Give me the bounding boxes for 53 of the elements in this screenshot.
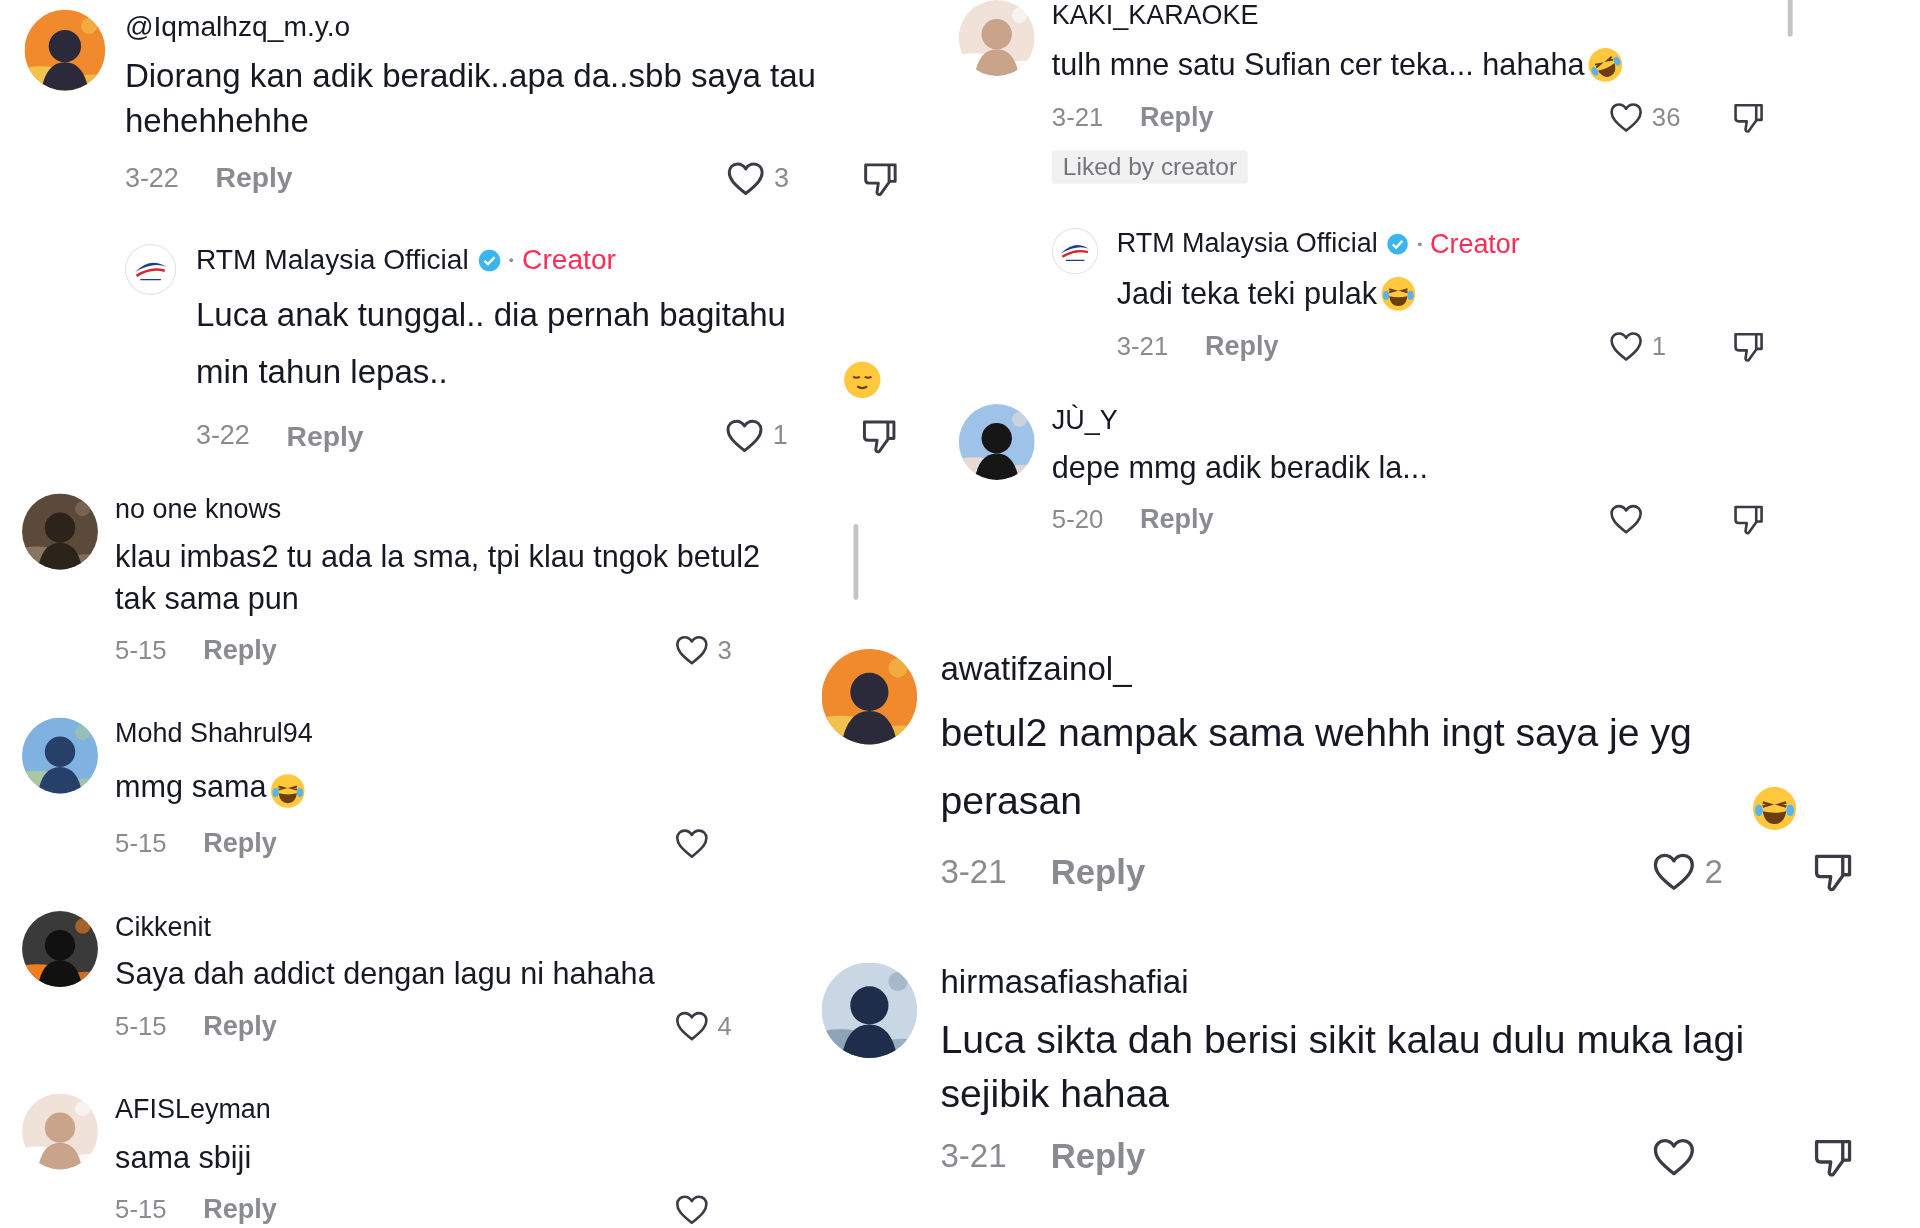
username[interactable]: @Iqmalhzq_m.y.o — [124, 9, 351, 44]
like-count: 2 — [1704, 853, 1723, 892]
like-count: 36 — [1651, 103, 1681, 133]
comment-date: 5-15 — [115, 636, 167, 666]
username[interactable]: awatifzainol_ — [940, 649, 1132, 689]
comment-text: Luca anak tunggal.. dia pernah bagitahu min tahun lepas.. — [195, 295, 787, 393]
comment-date: 3-21 — [940, 853, 1007, 892]
username[interactable]: JÙ_Y — [1051, 403, 1118, 437]
creator-label: Creator — [1429, 228, 1520, 261]
like-count: 3 — [773, 162, 789, 195]
comment-text: sama sbiji — [115, 1138, 252, 1177]
like-count: 1 — [772, 420, 788, 453]
comment-text: mmg sama — [115, 767, 267, 806]
comment-text: betul2 nampak sama wehhh ingt saya je yg perasan — [940, 709, 1693, 826]
separator-dot — [1417, 242, 1422, 247]
username[interactable]: AFISLeyman — [115, 1093, 271, 1126]
laughing-emoji-icon — [1379, 275, 1417, 312]
username[interactable]: RTM Malaysia Official — [195, 243, 469, 277]
username[interactable]: hirmasafiashafiai — [940, 962, 1189, 1003]
like-count: 4 — [717, 1011, 732, 1042]
comment-text: Luca sikta dah berisi sikit kalau dulu muka lagi sejibik hahaa — [940, 1016, 1746, 1118]
comment-date: 5-15 — [115, 1194, 167, 1224]
laughing-emoji-icon — [268, 772, 306, 810]
comment-text: klau imbas2 tu ada la sma, tpi klau tngok betul2 tak sama pun — [115, 538, 762, 618]
laughing-emoji-icon — [1750, 785, 1798, 833]
liked-by-creator-badge: Liked by creator — [1051, 151, 1249, 185]
logo-icon — [124, 243, 177, 295]
username[interactable]: RTM Malaysia Official — [1116, 228, 1378, 261]
username[interactable]: Mohd Shahrul94 — [115, 718, 313, 751]
comment-date: 5-15 — [115, 828, 167, 859]
comment-date: 5-20 — [1051, 504, 1104, 535]
separator-dot — [509, 258, 514, 262]
comment-date: 3-22 — [124, 162, 179, 195]
comment-text: Saya dah addict dengan lagu ni hahaha — [115, 955, 655, 993]
comment-date: 3-21 — [940, 1137, 1007, 1176]
comment-text: Jadi teka teki pulak — [1116, 274, 1378, 313]
comment-text: tulh mne satu Sufian cer teka... hahaha — [1051, 46, 1585, 84]
comment-date: 3-21 — [1051, 103, 1104, 133]
comment-text: depe mmg adik beradik la... — [1051, 448, 1428, 487]
logo-icon — [1051, 228, 1099, 275]
like-count: 3 — [717, 636, 732, 666]
comment-date: 5-15 — [115, 1011, 167, 1042]
comment-text: Diorang kan adik beradik..apa da..sbb saya tau hehehhehhe — [124, 56, 817, 142]
scroll-bar[interactable] — [1787, 0, 1793, 37]
creator-label: Creator — [522, 243, 616, 277]
username[interactable]: Cikkenit — [115, 910, 211, 944]
username[interactable]: KAKI_KARAOKE — [1051, 0, 1259, 33]
relieved-emoji-icon — [841, 359, 882, 400]
like-count: 1 — [1651, 331, 1667, 361]
comment-date: 3-22 — [195, 420, 250, 453]
comment-date: 3-21 — [1116, 331, 1169, 361]
username[interactable]: no one knows — [115, 493, 282, 526]
scroll-bar[interactable] — [853, 524, 859, 600]
